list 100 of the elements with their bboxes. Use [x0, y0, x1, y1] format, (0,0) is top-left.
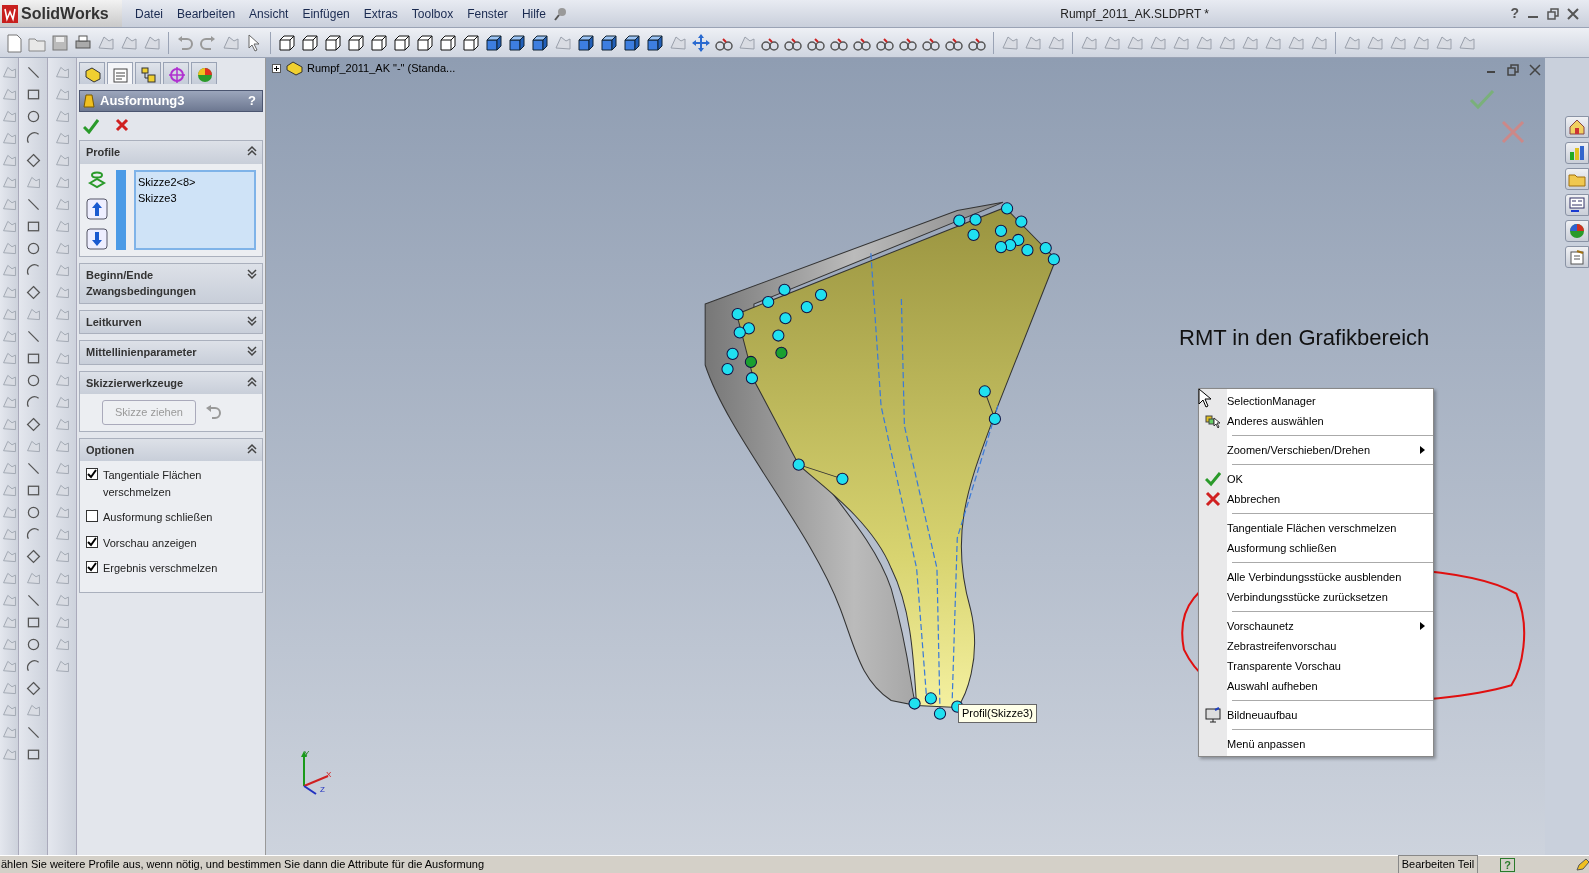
section-header[interactable]: Optionen — [80, 438, 262, 461]
polygon-tool-icon[interactable] — [24, 152, 42, 169]
move-down-icon[interactable] — [86, 227, 108, 250]
wireframe-cube-icon[interactable] — [392, 32, 412, 53]
tool-icon[interactable] — [53, 416, 71, 433]
menu-item[interactable]: Abbrechen — [1199, 489, 1433, 509]
shaded-cube-icon[interactable] — [530, 32, 550, 53]
shaded-cube-icon[interactable] — [645, 32, 665, 53]
menu-item[interactable]: OK — [1199, 469, 1433, 489]
tool-icon[interactable] — [0, 262, 18, 279]
checkmark-icon[interactable] — [83, 118, 99, 134]
tool-icon[interactable] — [0, 680, 18, 697]
menu-item[interactable]: Transparente Vorschau — [1199, 656, 1433, 676]
tool-icon[interactable] — [0, 372, 18, 389]
tool-icon[interactable] — [0, 152, 18, 169]
tool-icon[interactable] — [53, 482, 71, 499]
wireframe-cube-icon[interactable] — [346, 32, 366, 53]
wireframe-cube-icon[interactable] — [438, 32, 458, 53]
restore-icon[interactable] — [1547, 7, 1559, 20]
move-arrows-icon[interactable] — [691, 32, 711, 53]
section-header[interactable]: Profile — [80, 141, 262, 164]
wireframe-cube-icon[interactable] — [369, 32, 389, 53]
tool-icon[interactable] — [0, 504, 18, 521]
polygon-tool-icon[interactable] — [24, 680, 42, 697]
expand-chevron-icon[interactable] — [246, 344, 258, 357]
tool-icon[interactable] — [53, 262, 71, 279]
tool-icon[interactable] — [53, 504, 71, 521]
tool-icon[interactable] — [53, 240, 71, 257]
menu-item[interactable]: Zoomen/Verschieben/Drehen — [1199, 440, 1433, 460]
manager-tab[interactable] — [107, 62, 133, 84]
tool-icon[interactable] — [53, 460, 71, 477]
tool-icon[interactable] — [0, 218, 18, 235]
tool-icon[interactable] — [53, 196, 71, 213]
task-pane-tab[interactable] — [1565, 220, 1589, 242]
tool-icon[interactable] — [53, 284, 71, 301]
menu-item[interactable]: Toolbox — [404, 2, 461, 25]
menu-item[interactable]: Alle Verbindungsstücke ausblenden — [1199, 567, 1433, 587]
menu-item[interactable]: Auswahl aufheben — [1199, 676, 1433, 696]
checkbox[interactable] — [86, 468, 98, 480]
menu-item[interactable]: Bildneuaufbau — [1199, 705, 1433, 725]
wireframe-cube-icon[interactable] — [461, 32, 481, 53]
manager-tab[interactable] — [79, 62, 105, 84]
tool-icon[interactable] — [0, 86, 18, 103]
tool-icon[interactable] — [24, 174, 42, 191]
tool-icon[interactable] — [53, 328, 71, 345]
tool-icon[interactable] — [0, 526, 18, 543]
tool-icon[interactable] — [0, 394, 18, 411]
tool-icon[interactable] — [0, 284, 18, 301]
checkbox[interactable] — [86, 510, 98, 522]
task-pane-tab[interactable] — [1565, 116, 1589, 138]
tool-icon[interactable] — [53, 64, 71, 81]
tool-icon[interactable] — [53, 592, 71, 609]
tool-icon[interactable] — [0, 130, 18, 147]
tool-icon[interactable] — [53, 548, 71, 565]
move-up-icon[interactable] — [86, 197, 108, 220]
tool-icon[interactable] — [53, 438, 71, 455]
collapse-chevron-icon[interactable] — [246, 374, 258, 388]
checkmark-icon[interactable] — [1469, 88, 1495, 110]
profile-list[interactable]: Skizze2<8> Skizze3 — [134, 169, 256, 250]
manager-tab[interactable] — [135, 62, 161, 84]
tool-icon[interactable] — [0, 350, 18, 367]
tool-icon[interactable] — [0, 64, 18, 81]
tool-icon[interactable] — [0, 570, 18, 587]
tool-icon[interactable] — [53, 614, 71, 631]
tool-icon[interactable] — [24, 570, 42, 587]
expand-icon[interactable] — [272, 63, 281, 73]
menu-item[interactable]: Anderes auswählen — [1199, 411, 1433, 431]
wireframe-cube-icon[interactable] — [415, 32, 435, 53]
expand-chevron-icon[interactable] — [246, 313, 258, 327]
menu-item[interactable]: Menü anpassen — [1199, 734, 1433, 754]
tool-icon[interactable] — [0, 482, 18, 499]
tool-icon[interactable] — [53, 130, 71, 147]
tool-icon[interactable] — [0, 702, 18, 719]
wireframe-cube-icon[interactable] — [277, 32, 297, 53]
menu-item[interactable]: Verbindungsstücke zurücksetzen — [1199, 587, 1433, 607]
section-header[interactable]: Skizzierwerkzeuge — [80, 371, 262, 394]
tool-icon[interactable] — [53, 174, 71, 191]
document-icon[interactable] — [4, 32, 24, 53]
tool-icon[interactable] — [0, 548, 18, 565]
menu-item[interactable]: Einfügen — [295, 2, 357, 25]
shaded-cube-icon[interactable] — [599, 32, 619, 53]
tool-icon[interactable] — [0, 460, 18, 477]
collapse-chevron-icon[interactable] — [246, 144, 258, 157]
task-pane-tab[interactable] — [1565, 142, 1589, 164]
restore-icon[interactable] — [1507, 64, 1519, 76]
close-icon[interactable] — [1529, 64, 1541, 76]
pin-icon[interactable] — [552, 5, 569, 22]
list-item[interactable]: Skizze2<8> — [138, 173, 252, 190]
tool-icon[interactable] — [0, 658, 18, 675]
menu-item[interactable]: Datei — [128, 2, 170, 25]
list-item[interactable]: Skizze3 — [138, 190, 252, 207]
wireframe-cube-icon[interactable] — [300, 32, 320, 53]
tool-icon[interactable] — [53, 152, 71, 169]
help-button[interactable]: ? — [1500, 857, 1515, 872]
tool-icon[interactable] — [53, 218, 71, 235]
tool-icon[interactable] — [0, 614, 18, 631]
menu-item[interactable]: Zebrastreifenvorschau — [1199, 636, 1433, 656]
tool-icon[interactable] — [0, 746, 18, 763]
tool-icon[interactable] — [53, 108, 71, 125]
tool-icon[interactable] — [53, 570, 71, 587]
